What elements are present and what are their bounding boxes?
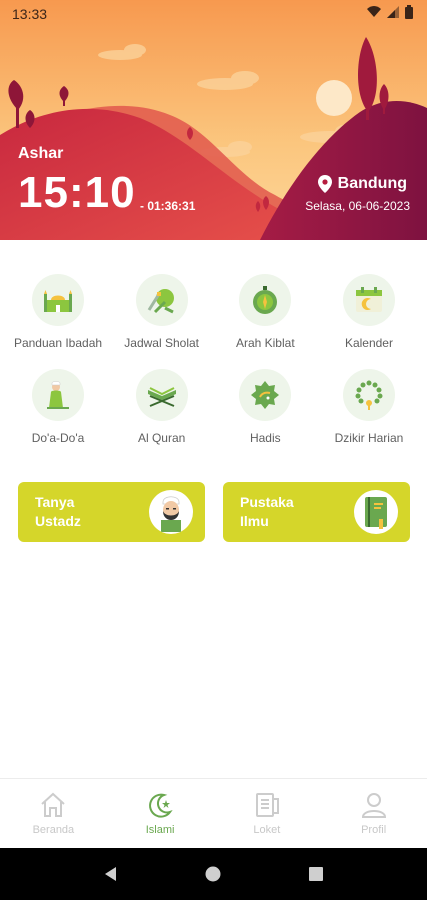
nav-label: Islami [145,824,175,836]
prayer-beads-icon [342,369,395,421]
book-icon [354,490,398,534]
system-navigation-bar [0,848,427,900]
menu-row: Do'a-Do'a Al Quran Hadis Dzikir Harian [0,363,427,458]
home-button-icon[interactable] [204,865,222,883]
ticket-icon [255,793,279,817]
nav-item-loket[interactable]: Loket [214,779,321,848]
nav-item-islami[interactable]: Islami [107,779,214,848]
back-icon[interactable] [102,865,120,883]
menu-row: Panduan Ibadah Jadwal Sholat Arah Kiblat… [0,268,427,363]
menu-label: Arah Kiblat [235,336,295,350]
card-label: Tanya Ustadz [35,494,81,529]
quran-icon [135,369,188,421]
menu-item-doa[interactable]: Do'a-Do'a [8,363,108,458]
status-bar: 13:33 [0,0,427,28]
card-tanya-ustadz[interactable]: Tanya Ustadz [18,482,205,542]
compass-icon [239,274,292,326]
battery-icon [405,5,413,19]
header-banner: 13:33 Ashar 15:10 - 01:36:31 Bandung Sel… [0,0,427,240]
menu-label: Al Quran [137,431,186,445]
card-label: Pustaka Ilmu [240,494,294,529]
location[interactable]: Bandung [317,175,407,193]
hadith-icon [239,369,292,421]
menu-item-hadis[interactable]: Hadis [215,363,315,458]
location-pin-icon [317,175,332,193]
nav-label: Beranda [32,824,75,836]
current-date: Selasa, 06-06-2023 [305,199,410,213]
status-time: 13:33 [12,6,48,22]
status-icons [367,5,413,19]
menu-label: Jadwal Sholat [124,336,200,350]
menu-label: Dzikir Harian [334,431,404,445]
nav-item-profil[interactable]: Profil [320,779,427,848]
menu-item-arah-kiblat[interactable]: Arah Kiblat [215,268,315,363]
menu-grid: Panduan Ibadah Jadwal Sholat Arah Kiblat… [0,268,427,458]
cellular-signal-icon [387,6,399,18]
nav-item-beranda[interactable]: Beranda [0,779,107,848]
user-icon [361,793,386,818]
menu-item-dzikir-harian[interactable]: Dzikir Harian [319,363,419,458]
wifi-icon [367,6,381,17]
ustadz-avatar-icon [149,490,193,534]
menu-item-al-quran[interactable]: Al Quran [112,363,212,458]
screen: 13:33 Ashar 15:10 - 01:36:31 Bandung Sel… [0,0,427,900]
menu-item-jadwal-sholat[interactable]: Jadwal Sholat [112,268,212,363]
menu-label: Panduan Ibadah [13,336,103,350]
prayer-schedule-icon [135,274,188,326]
menu-label: Do'a-Do'a [31,431,85,445]
location-name: Bandung [337,175,407,192]
card-pustaka-ilmu[interactable]: Pustaka Ilmu [223,482,410,542]
prayer-name: Ashar [18,145,64,162]
praying-man-icon [32,369,84,421]
nav-label: Loket [253,824,281,836]
menu-label: Kalender [344,336,393,350]
home-icon [41,792,66,817]
menu-item-kalender[interactable]: Kalender [319,268,419,363]
prayer-time: 15:10 [18,168,136,217]
crescent-star-icon [149,793,173,818]
bottom-navigation: Beranda Islami Loket Profil [0,778,427,848]
recents-icon[interactable] [307,865,325,883]
prayer-countdown: - 01:36:31 [140,199,196,213]
nav-label: Profil [361,824,387,836]
menu-label: Hadis [249,431,281,445]
mosque-icon [32,274,84,326]
feature-cards: Tanya Ustadz Pustaka Ilmu [18,482,410,542]
calendar-icon [342,274,395,326]
menu-item-panduan-ibadah[interactable]: Panduan Ibadah [8,268,108,363]
